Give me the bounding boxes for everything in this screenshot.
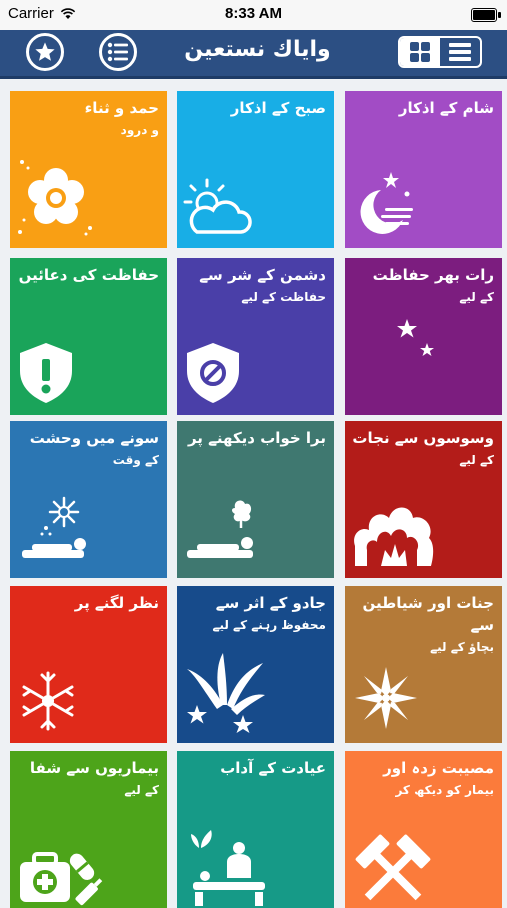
hammers-icon [351, 830, 435, 908]
tile-label: وسوسوں سے نجات کے لیے [352, 429, 494, 467]
tile-morning-adhkar[interactable]: صبح کے اذکار [177, 91, 334, 248]
tile-evening-adhkar[interactable]: شام کے اذکار [345, 91, 502, 248]
tile-enemy-protection[interactable]: دشمن کے شر سے حفاظت کے لیے [177, 258, 334, 415]
tile-night-protection[interactable]: رات بھر حفاظت کے لیے [345, 258, 502, 415]
status-bar: Carrier 8:33 AM [0, 0, 507, 30]
snowflake-icon [16, 669, 80, 737]
status-time: 8:33 AM [225, 5, 282, 22]
tile-evil-eye[interactable]: نظر لگنے پر [10, 586, 167, 743]
tile-label: سونے میں وحشت کے وقت [29, 429, 159, 467]
tile-afflicted[interactable]: مصیبت زدہ اور بیمار کو دیکھ کر [345, 751, 502, 908]
battery-icon [471, 8, 501, 22]
tile-label: نظر لگنے پر [74, 594, 159, 612]
star-icon [35, 42, 55, 61]
tile-jinn-protection[interactable]: جنات اور شیاطین سے بچاؤ کے لیے [345, 586, 502, 743]
tile-label: برا خواب دیکھنے پر [187, 429, 326, 447]
tile-label: حفاظت کی دعائیں [18, 266, 159, 284]
crescent-icon [351, 315, 441, 409]
sparkle-flower-icon [351, 663, 421, 737]
tile-bad-dream[interactable]: برا خواب دیکھنے پر [177, 421, 334, 578]
sun-cloud-icon [183, 178, 253, 242]
navigation-bar: واياك نستعين [0, 30, 507, 79]
shield-alert-icon [16, 341, 76, 409]
tile-protection-duas[interactable]: حفاظت کی دعائیں [10, 258, 167, 415]
tile-magic-protection[interactable]: جادو کے اثر سے محفوظ رہنے کے لیے [177, 586, 334, 743]
tile-label: رات بھر حفاظت کے لیے [372, 266, 494, 304]
bad-dream-icon [183, 488, 263, 572]
tile-praise[interactable]: حمد و ثناء و درود [10, 91, 167, 248]
tile-label: بیماریوں سے شفا کے لیے [29, 759, 159, 797]
tile-label: دشمن کے شر سے حفاظت کے لیے [199, 266, 326, 304]
tile-label: جادو کے اثر سے محفوظ رہنے کے لیے [212, 594, 326, 632]
magic-burst-icon [183, 649, 267, 737]
moon-stars-icon [351, 168, 421, 242]
patient-care-icon [183, 826, 273, 908]
medical-kit-icon [16, 840, 106, 908]
list-view-button[interactable] [440, 38, 480, 66]
menu-list-button[interactable] [99, 33, 137, 71]
list-icon [107, 42, 128, 62]
shield-block-icon [183, 341, 243, 409]
tile-label: حمد و ثناء و درود [84, 99, 159, 137]
app-title: واياك نستعين [184, 37, 331, 62]
view-toggle [398, 36, 482, 68]
tile-label: مصیبت زدہ اور بیمار کو دیکھ کر [383, 759, 494, 797]
tile-label: صبح کے اذکار [230, 99, 326, 117]
grid-view-button[interactable] [400, 38, 440, 66]
tile-label: شام کے اذکار [398, 99, 494, 117]
list-lines-icon [449, 43, 471, 61]
tile-label: جنات اور شیاطین سے بچاؤ کے لیے [362, 594, 494, 654]
sleep-fright-icon [16, 488, 96, 572]
flower-icon [16, 158, 96, 242]
grid-icon [410, 42, 430, 62]
favorites-button[interactable] [26, 33, 64, 71]
tile-label: عیادت کے آداب [220, 759, 326, 777]
tile-sleep-fright[interactable]: سونے میں وحشت کے وقت [10, 421, 167, 578]
tile-whispers[interactable]: وسوسوں سے نجات کے لیے [345, 421, 502, 578]
tile-healing[interactable]: بیماریوں سے شفا کے لیے [10, 751, 167, 908]
explosion-icon [351, 498, 435, 572]
tile-visiting-sick[interactable]: عیادت کے آداب [177, 751, 334, 908]
